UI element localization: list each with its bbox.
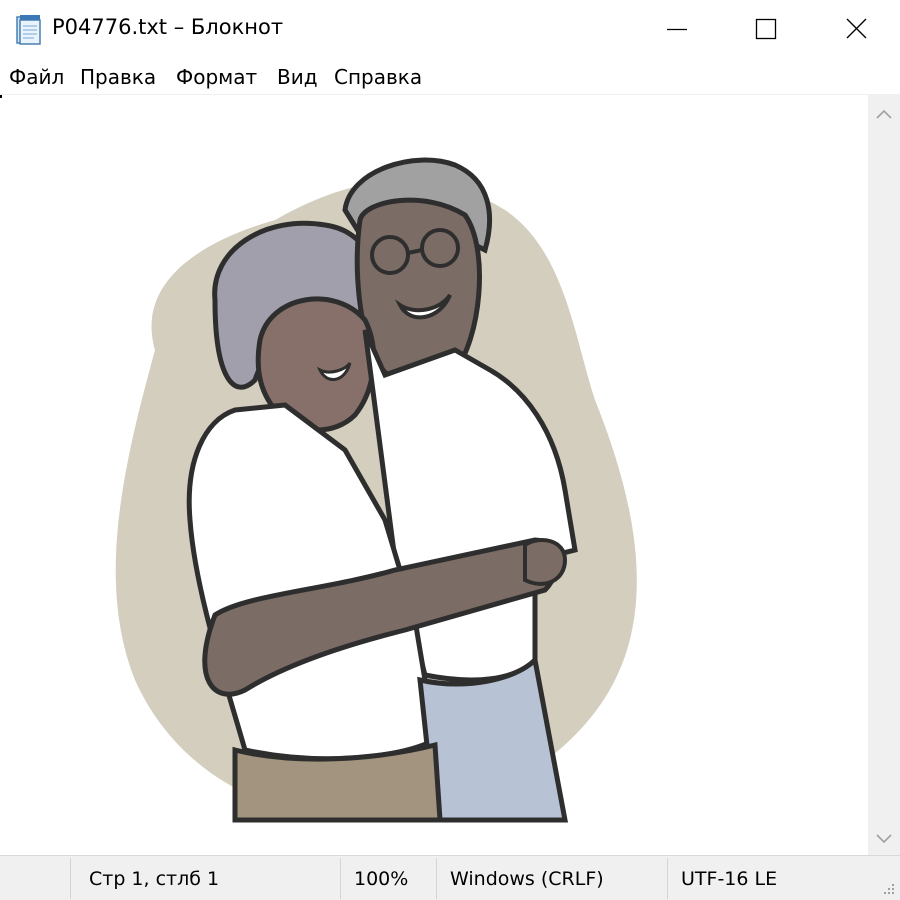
scroll-up-button[interactable] <box>868 99 900 131</box>
line-endings: Windows (CRLF) <box>450 868 604 890</box>
text-editor[interactable] <box>0 95 868 855</box>
close-button[interactable] <box>812 0 900 58</box>
cursor-position: Стр 1, стлб 1 <box>89 868 220 890</box>
maximize-icon <box>755 18 777 40</box>
notepad-window: P04776.txt – Блокнот Файл Правка Формат … <box>0 0 900 900</box>
encoding: UTF-16 LE <box>681 868 778 890</box>
menu-file[interactable]: Файл <box>9 65 64 89</box>
vertical-scrollbar[interactable] <box>868 95 900 855</box>
menu-view[interactable]: Вид <box>277 65 318 89</box>
scroll-down-button[interactable] <box>868 823 900 855</box>
zoom-level: 100% <box>354 868 409 890</box>
maximize-button[interactable] <box>722 0 812 58</box>
chevron-up-icon <box>876 109 892 119</box>
chevron-down-icon <box>876 834 892 844</box>
menu-bar: Файл Правка Формат Вид Справка <box>0 60 900 94</box>
menu-help[interactable]: Справка <box>334 65 422 89</box>
minimize-button[interactable] <box>632 0 722 58</box>
window-title: P04776.txt – Блокнот <box>52 15 284 39</box>
menu-format[interactable]: Формат <box>176 65 257 89</box>
status-divider <box>70 858 71 899</box>
status-divider <box>436 858 437 899</box>
couple-illustration <box>95 120 655 840</box>
status-divider <box>340 858 341 899</box>
status-divider <box>667 858 668 899</box>
minimize-icon <box>667 28 687 31</box>
text-caret <box>0 95 2 98</box>
close-icon <box>846 18 867 39</box>
resize-grip-icon[interactable] <box>880 880 896 896</box>
notepad-icon <box>14 13 42 45</box>
title-bar[interactable]: P04776.txt – Блокнот <box>0 0 900 58</box>
menu-edit[interactable]: Правка <box>80 65 156 89</box>
status-bar: Стр 1, стлб 1 100% Windows (CRLF) UTF-16… <box>0 855 900 900</box>
